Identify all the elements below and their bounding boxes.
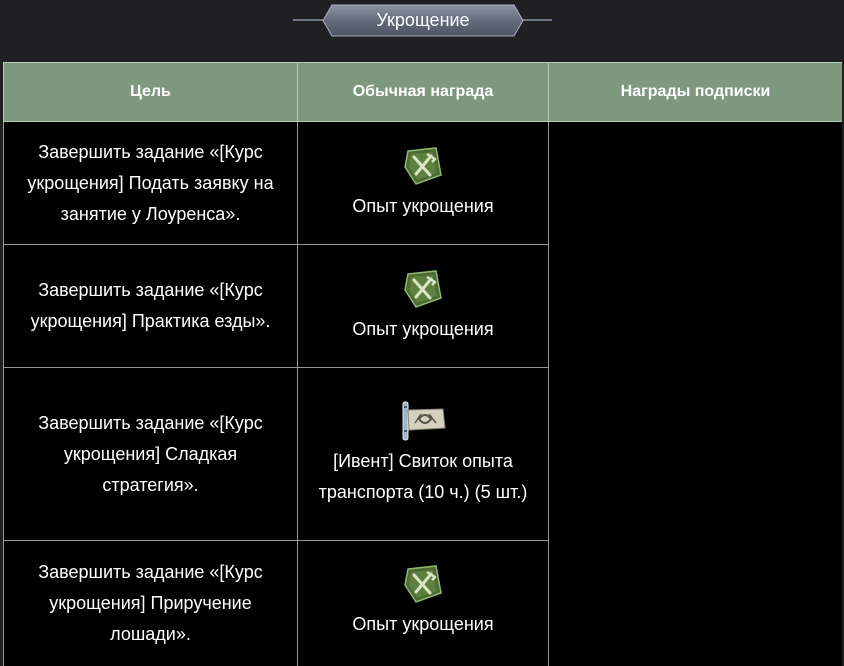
- reward-cell: Опыт укрощения: [297, 244, 549, 368]
- reward-label: Опыт укрощения: [352, 614, 494, 634]
- title-line-right: [522, 19, 552, 21]
- taming-exp-icon: [404, 269, 442, 308]
- page-title: Укрощение: [376, 10, 470, 30]
- reward-cell: [Ивент] Свиток опыта транспорта (10 ч.) …: [297, 367, 549, 541]
- reward-cell: Опыт укрощения: [297, 540, 549, 666]
- goal-cell: Завершить задание «[Курс укрощения] Прак…: [3, 244, 298, 368]
- rewards-table-wrap: Цель Обычная награда Награды подписки За…: [3, 62, 842, 666]
- section-title-banner: Укрощение: [0, 0, 844, 44]
- reward-label: Опыт укрощения: [352, 318, 494, 339]
- reward-cell: Опыт укрощения: [297, 121, 549, 245]
- title-line-left: [293, 19, 323, 21]
- goal-text: Завершить задание «[Курс укрощения] Прир…: [38, 562, 263, 644]
- goal-cell: Завершить задание «[Курс укрощения] Пода…: [3, 121, 298, 245]
- table-header-row: Цель Обычная награда Награды подписки: [3, 62, 842, 122]
- table-row: Завершить задание «[Курс укрощения] Пода…: [3, 121, 842, 666]
- goal-cell: Завершить задание «[Курс укрощения] Слад…: [3, 367, 298, 541]
- header-subscription-reward: Награды подписки: [548, 62, 842, 122]
- goal-cell: Завершить задание «[Курс укрощения] Прир…: [3, 540, 298, 666]
- reward-label: Опыт укрощения: [352, 195, 494, 216]
- subscription-reward-cell: [548, 121, 842, 666]
- taming-exp-icon: [404, 146, 442, 185]
- header-goal: Цель: [3, 62, 298, 122]
- rewards-table: Цель Обычная награда Награды подписки За…: [3, 62, 842, 666]
- reward-label: [Ивент] Свиток опыта транспорта (10 ч.) …: [318, 451, 528, 502]
- header-regular-reward: Обычная награда: [297, 62, 549, 122]
- page: Укрощение Цель Обычная награда Награды п…: [0, 0, 844, 666]
- scroll-icon: [402, 401, 446, 441]
- taming-exp-icon: [404, 565, 442, 603]
